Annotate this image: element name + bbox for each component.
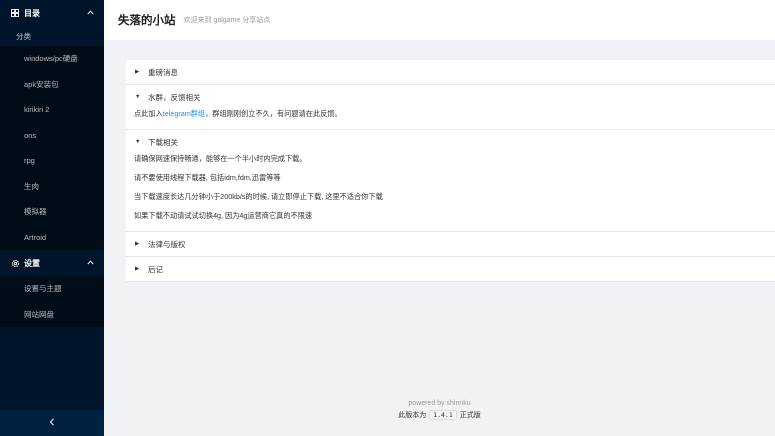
powered-by: powered by shinnku bbox=[408, 400, 471, 407]
panel-announcement: ▶ 重磅消息 bbox=[126, 60, 775, 85]
panel-feedback-header[interactable]: ▼ 水群，反馈相关 bbox=[126, 85, 775, 109]
sidebar-item-rpg[interactable]: rpg bbox=[0, 148, 104, 174]
version-line: 此版本为 1.4.1 正式版 bbox=[104, 410, 775, 420]
panel-afterword: ▶ 后记 bbox=[126, 257, 775, 282]
menu-catalog-header[interactable]: 目录 bbox=[0, 0, 104, 26]
version-pre: 此版本为 bbox=[398, 412, 427, 419]
panel-law-header[interactable]: ▶ 法律与版权 bbox=[126, 232, 775, 256]
sidebar-item-settings-theme[interactable]: 设置与主题 bbox=[0, 276, 104, 302]
settings-submenu: 设置与主题 网站网盘 bbox=[0, 276, 104, 327]
menu-catalog-label: 目录 bbox=[24, 8, 40, 18]
gear-icon bbox=[10, 259, 20, 268]
feedback-text-post: ，群组刚刚创立不久，有问题请在此反馈。 bbox=[205, 109, 342, 118]
panel-title: 水群，反馈相关 bbox=[148, 92, 201, 102]
panel-law: ▶ 法律与版权 bbox=[126, 232, 775, 257]
sidebar-item-windows-pc[interactable]: windows/pc硬盘 bbox=[0, 46, 104, 72]
category-label: 分类 bbox=[0, 26, 104, 46]
sidebar-item-artroid[interactable]: Artroid bbox=[0, 225, 104, 251]
panel-feedback-body: 点此加入telegram群组，群组刚刚创立不久，有问题请在此反馈。 bbox=[126, 109, 775, 129]
feedback-text-pre: 点此加入 bbox=[134, 109, 163, 118]
sidebar-item-ons[interactable]: ons bbox=[0, 123, 104, 149]
version-post: 正式版 bbox=[459, 412, 481, 419]
caret-down-icon: ▼ bbox=[135, 139, 141, 145]
panel-announcement-header[interactable]: ▶ 重磅消息 bbox=[126, 60, 775, 84]
chevron-up-icon bbox=[87, 259, 94, 267]
panel-feedback: ▼ 水群，反馈相关 点此加入telegram群组，群组刚刚创立不久，有问题请在此… bbox=[126, 85, 775, 130]
version-code: 1.4.1 bbox=[429, 410, 457, 420]
sidebar: 目录 分类 windows/pc硬盘 apk安装包 kirikiri 2 ons… bbox=[0, 0, 104, 436]
site-title[interactable]: 失落的小站 bbox=[118, 12, 176, 28]
page-footer: powered by shinnku 此版本为 1.4.1 正式版 bbox=[104, 400, 775, 420]
download-note: 当下载速度长达几分钟小于200kb/s的时候, 请立即停止下载, 这里不适合你下… bbox=[134, 192, 383, 201]
chevron-left-icon bbox=[49, 417, 55, 429]
download-note: 请不要使用线程下载器, 包括idm,fdm,迅雷等等 bbox=[134, 173, 281, 182]
telegram-group-link[interactable]: telegram群组 bbox=[163, 109, 205, 118]
sidebar-item-raw[interactable]: 生肉 bbox=[0, 174, 104, 200]
sidebar-item-emulator[interactable]: 模拟器 bbox=[0, 199, 104, 225]
catalog-submenu: windows/pc硬盘 apk安装包 kirikiri 2 ons rpg 生… bbox=[0, 46, 104, 250]
grid-icon bbox=[10, 9, 20, 17]
sidebar-item-netdisk[interactable]: 网站网盘 bbox=[0, 302, 104, 328]
menu-settings-label: 设置 bbox=[24, 258, 40, 268]
panel-download-body: 请确保网速保持畅通，能够在一个半小时内完成下载。 请不要使用线程下载器, 包括i… bbox=[126, 154, 775, 231]
panel-title: 重磅消息 bbox=[148, 67, 178, 77]
panel-title: 下载相关 bbox=[148, 137, 178, 147]
feedback-text: 点此加入telegram群组，群组刚刚创立不久，有问题请在此反馈。 bbox=[134, 109, 767, 119]
download-note: 如果下载不动请试试切换4g, 因为4g运营商它真的不限速 bbox=[134, 211, 313, 220]
sidebar-item-kirikiri2[interactable]: kirikiri 2 bbox=[0, 97, 104, 123]
panel-title: 法律与版权 bbox=[148, 239, 186, 249]
site-subtitle: 欢迎来到 galgame 分享站点 bbox=[183, 17, 271, 24]
collapse-panels: ▶ 重磅消息 ▼ 水群，反馈相关 点此加入telegram群组，群组刚刚创立不久… bbox=[126, 60, 775, 282]
download-note: 请确保网速保持畅通，能够在一个半小时内完成下载。 bbox=[134, 154, 307, 163]
caret-right-icon: ▶ bbox=[135, 266, 140, 272]
caret-right-icon: ▶ bbox=[135, 241, 140, 247]
sidebar-collapse-button[interactable] bbox=[0, 410, 104, 436]
caret-down-icon: ▼ bbox=[135, 94, 141, 100]
panel-download: ▼ 下载相关 请确保网速保持畅通，能够在一个半小时内完成下载。 请不要使用线程下… bbox=[126, 130, 775, 232]
sidebar-item-apk[interactable]: apk安装包 bbox=[0, 72, 104, 98]
caret-right-icon: ▶ bbox=[135, 69, 140, 75]
panel-title: 后记 bbox=[148, 264, 163, 274]
panel-afterword-header[interactable]: ▶ 后记 bbox=[126, 257, 775, 281]
panel-download-header[interactable]: ▼ 下载相关 bbox=[126, 130, 775, 154]
menu-settings-header[interactable]: 设置 bbox=[0, 250, 104, 276]
chevron-up-icon bbox=[87, 9, 94, 17]
page-header: 失落的小站 欢迎来到 galgame 分享站点 bbox=[104, 0, 775, 40]
